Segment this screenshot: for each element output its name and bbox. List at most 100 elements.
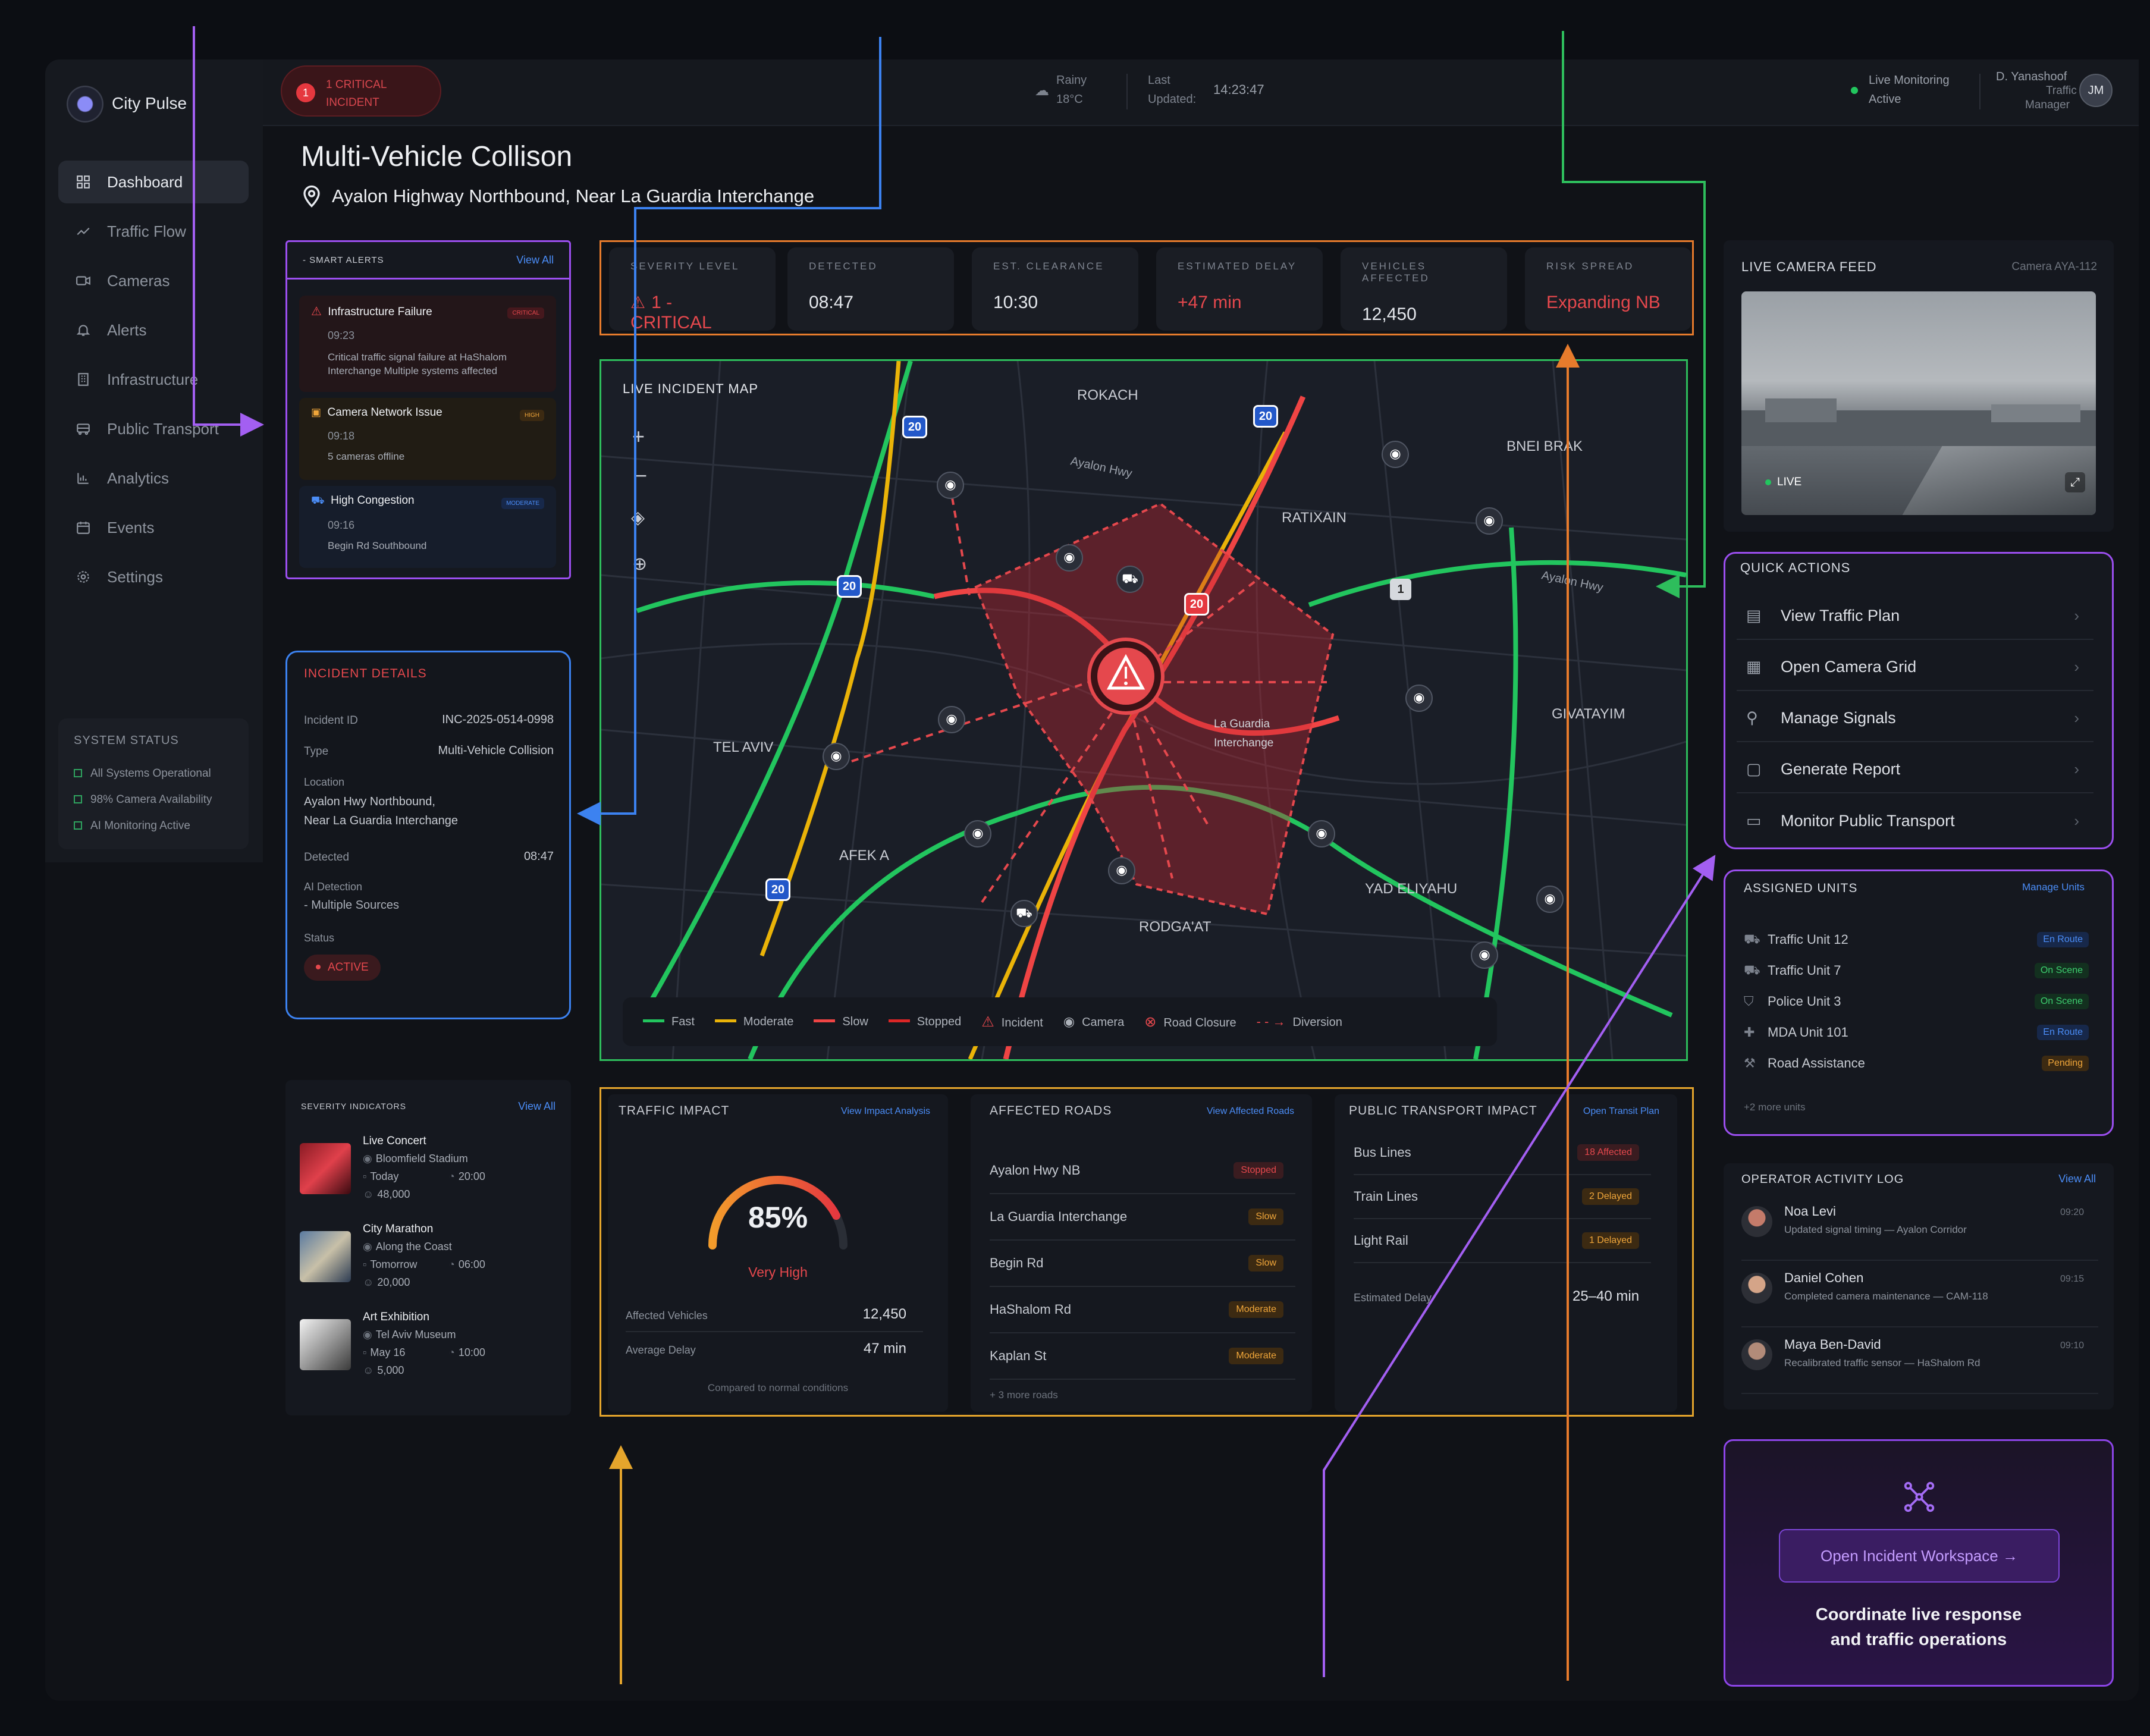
incident-details-title: INCIDENT DETAILS [304, 667, 427, 680]
manage-signals-button[interactable]: ⚲ Manage Signals › [1737, 695, 2093, 742]
transport-row[interactable]: Train Lines 2 Delayed [1354, 1175, 1651, 1219]
unit-row[interactable]: ⛟ Traffic Unit 12 En Route [1744, 924, 2089, 955]
more-units[interactable]: +2 more units [1744, 1101, 1805, 1113]
event-people: ☺ 5,000 [363, 1364, 404, 1376]
view-roads-link[interactable]: View Affected Roads [1207, 1106, 1294, 1117]
alert-card[interactable]: ▣ Camera Network Issue HIGH 09:18 5 came… [299, 398, 556, 480]
road-row[interactable]: Kaplan St Moderate [990, 1333, 1295, 1380]
monitor-transport-button[interactable]: ▭ Monitor Public Transport › [1737, 797, 2093, 845]
traffic-impact-card: TRAFFIC IMPACT View Impact Analysis 85% … [608, 1094, 948, 1412]
vehicle-marker-icon[interactable]: ⛟ [1116, 566, 1144, 593]
road-row[interactable]: Begin Rd Slow [990, 1241, 1295, 1287]
pin-icon: ◉ [363, 1241, 372, 1252]
view-traffic-plan-button[interactable]: ▤ View Traffic Plan › [1737, 592, 2093, 640]
camera-marker-icon[interactable]: ◉ [1108, 857, 1135, 884]
bus-icon: ▭ [1746, 812, 1762, 830]
avatar[interactable]: JM [2079, 74, 2113, 107]
sidebar-item-public-transport[interactable]: Public Transport [58, 407, 249, 450]
layers-icon[interactable]: ◈ [631, 507, 645, 528]
manage-units-link[interactable]: Manage Units [2022, 881, 2085, 893]
alert-card[interactable]: ⛟ High Congestion MODERATE 09:16 Begin R… [299, 486, 556, 568]
sidebar-item-traffic-flow[interactable]: Traffic Flow [58, 210, 249, 253]
route-shield: 20 [1253, 405, 1278, 428]
map-icon: ▤ [1746, 607, 1762, 624]
incident-workspace-card: Open Incident Workspace → Coordinate liv… [1724, 1439, 2114, 1687]
camera-marker-icon[interactable]: ◉ [1056, 544, 1083, 572]
activity-entry[interactable]: Maya Ben-David 09:10 Recalibrated traffic … [1741, 1335, 2098, 1394]
top-bar [263, 59, 2139, 126]
generate-report-button[interactable]: ▢ Generate Report › [1737, 746, 2093, 793]
kpi-severity: SEVERITY LEVEL ⚠ 1 - CRITICAL [609, 247, 776, 332]
alert-title: Camera Network Issue [327, 406, 442, 419]
camera-marker-icon[interactable]: ◉ [823, 743, 850, 770]
event-time: ◔ 20:00 [448, 1170, 485, 1182]
unit-row[interactable]: ⚒ Road Assistance Pending [1744, 1048, 2089, 1079]
camera-marker-icon[interactable]: ◉ [937, 472, 964, 499]
expand-icon[interactable]: ⤢ [2065, 472, 2085, 492]
camera-marker-icon[interactable]: ◉ [1536, 886, 1564, 913]
road-row[interactable]: La Guardia Interchange Slow [990, 1194, 1295, 1241]
incident-details-panel: INCIDENT DETAILS Incident ID INC-2025-05… [285, 651, 571, 1019]
map-canvas [601, 361, 1686, 1059]
camera-marker-icon[interactable]: ◉ [1476, 507, 1503, 535]
open-incident-workspace-button[interactable]: Open Incident Workspace → [1779, 1529, 2060, 1583]
sidebar-item-settings[interactable]: Settings [58, 555, 249, 598]
more-roads[interactable]: + 3 more roads [990, 1389, 1058, 1401]
view-all-link[interactable]: View All [2058, 1173, 2096, 1185]
transport-row[interactable]: Light Rail 1 Delayed [1354, 1219, 1651, 1263]
view-all-link[interactable]: View All [516, 254, 554, 266]
camera-marker-icon[interactable]: ◉ [1382, 441, 1409, 468]
camera-feed-image[interactable]: LIVE ⤢ [1741, 291, 2096, 515]
critical-incident-badge[interactable]: 1 1 CRITICAL INCIDENT [281, 65, 441, 117]
camera-marker-icon[interactable]: ◉ [1308, 820, 1335, 847]
assigned-units-title: ASSIGNED UNITS [1744, 881, 1858, 895]
entry-text: Completed camera maintenance — CAM-118 [1784, 1291, 1988, 1302]
event-item[interactable]: Art Exhibition ◉ Tel Aviv Museum ▫ May 16 ◔ 10… [300, 1311, 555, 1388]
operator-name: Maya Ben-David [1784, 1337, 1881, 1352]
map-title: LIVE INCIDENT MAP [623, 381, 759, 396]
camera-marker-icon[interactable]: ◉ [964, 820, 991, 847]
critical-text: 1 CRITICAL INCIDENT [326, 79, 387, 109]
event-thumbnail [300, 1231, 351, 1282]
camera-marker-icon[interactable]: ◉ [1471, 941, 1498, 969]
interchange-label: Interchange [1214, 737, 1274, 749]
sidebar-item-infrastructure[interactable]: Infrastructure [58, 358, 249, 401]
road-row[interactable]: HaShalom Rd Moderate [990, 1287, 1295, 1333]
camera-marker-icon[interactable]: ◉ [1405, 685, 1433, 712]
road-row[interactable]: Ayalon Hwy NB Stopped [990, 1148, 1295, 1194]
people-icon: ☺ [363, 1188, 374, 1200]
locate-icon[interactable]: ⊕ [632, 554, 647, 575]
legend-slow: Slow [814, 1015, 868, 1029]
camera-marker-icon[interactable]: ◉ [938, 706, 965, 733]
activity-entry[interactable]: Noa Levi 09:20 Updated signal timing — Aya… [1741, 1201, 2098, 1261]
status-badge: ACTIVE [304, 955, 381, 981]
transport-row[interactable]: Bus Lines 18 Affected [1354, 1131, 1651, 1175]
sidebar-item-cameras[interactable]: Cameras [58, 259, 249, 302]
event-place: ◉ Bloomfield Stadium [363, 1153, 468, 1164]
open-transit-link[interactable]: Open Transit Plan [1583, 1106, 1659, 1117]
event-name: Live Concert [363, 1135, 426, 1147]
shield-icon: ⛉ [1744, 994, 1754, 1009]
sidebar-item-dashboard[interactable]: Dashboard [58, 161, 249, 203]
kpi-value: 12,450 [1362, 304, 1417, 324]
view-all-link[interactable]: View All [518, 1100, 555, 1113]
zoom-in-button[interactable]: + [632, 424, 645, 449]
unit-row[interactable]: ⛟ Traffic Unit 7 On Scene [1744, 955, 2089, 986]
pin-icon: ◉ [363, 1329, 372, 1341]
sidebar-item-alerts[interactable]: Alerts [58, 309, 249, 351]
view-impact-link[interactable]: View Impact Analysis [841, 1106, 930, 1117]
unit-row[interactable]: ✚ MDA Unit 101 En Route [1744, 1017, 2089, 1048]
event-item[interactable]: City Marathon ◉ Along the Coast ▫ Tomorrow ◔ 0… [300, 1223, 555, 1300]
activity-entry[interactable]: Daniel Cohen 09:15 Completed camera mainte… [1741, 1268, 2098, 1327]
sidebar-item-analytics[interactable]: Analytics [58, 457, 249, 500]
open-camera-grid-button[interactable]: ▦ Open Camera Grid › [1737, 643, 2093, 691]
incident-map[interactable]: LIVE INCIDENT MAP + − ◈ ⊕ ROKACH BNEI BR… [600, 359, 1688, 1061]
unit-row[interactable]: ⛉ Police Unit 3 On Scene [1744, 986, 2089, 1017]
vehicle-marker-icon[interactable]: ⛟ [1010, 900, 1038, 927]
zoom-out-button[interactable]: − [635, 463, 647, 488]
severity-indicators-panel: SEVERITY INDICATORS View All Live Concer… [285, 1080, 571, 1415]
sidebar-item-events[interactable]: Events [58, 506, 249, 549]
alert-card[interactable]: ⚠ Infrastructure Failure CRITICAL 09:23 … [299, 296, 556, 392]
event-day: ▫ Tomorrow [363, 1258, 418, 1270]
event-item[interactable]: Live Concert ◉ Bloomfield Stadium ▫ Today ◔ 20… [300, 1135, 555, 1212]
